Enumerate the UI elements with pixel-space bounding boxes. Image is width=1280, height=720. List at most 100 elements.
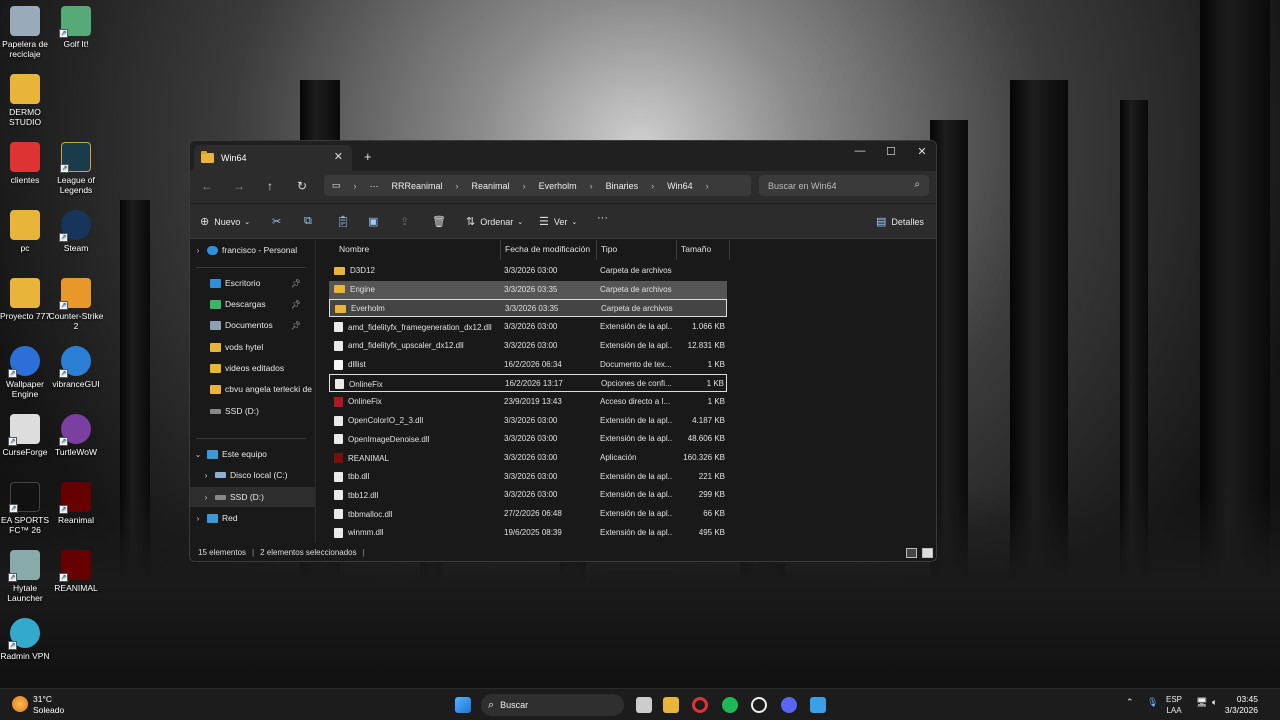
ellipsis-icon[interactable]: ··· bbox=[370, 181, 379, 191]
chevron-right-icon[interactable]: › bbox=[200, 471, 212, 480]
sidebar-item-red[interactable]: › Red bbox=[190, 508, 315, 528]
table-row[interactable]: amd_fidelityfx_upscaler_dx12.dll 3/3/2026… bbox=[329, 337, 727, 355]
desktop-icon-hytale-launcher[interactable]: ↗ Hytale Launcher bbox=[0, 550, 53, 603]
table-row[interactable]: OnlineFix 23/9/2019 13:43 Acceso directo a… bbox=[329, 393, 727, 411]
column-header-date[interactable]: Fecha de modificación bbox=[501, 240, 597, 260]
discord-icon[interactable] bbox=[781, 697, 797, 713]
address-bar[interactable]: ▭ › ··· RRReanimal › Reanimal › Everholm… bbox=[324, 175, 751, 196]
close-window-icon[interactable]: ✕ bbox=[907, 145, 936, 158]
tab-win64[interactable]: Win64 ✕ bbox=[194, 145, 352, 171]
task-view-icon[interactable] bbox=[636, 697, 652, 713]
desktop-icon-reanimal-2[interactable]: ↗ REANIMAL bbox=[48, 550, 104, 593]
back-arrow-icon[interactable]: ← bbox=[199, 179, 215, 193]
desktop-icon-pc[interactable]: pc bbox=[0, 210, 53, 253]
desktop-icon-recycle-bin[interactable]: Papelera de reciclaje bbox=[0, 6, 53, 59]
minimize-icon[interactable]: — bbox=[845, 145, 875, 157]
opera-gx-icon[interactable] bbox=[692, 697, 708, 713]
details-view-icon[interactable] bbox=[906, 548, 917, 558]
breadcrumb-item[interactable]: RRReanimal bbox=[392, 181, 443, 191]
chevron-right-icon[interactable]: › bbox=[706, 181, 709, 191]
close-tab-icon[interactable]: ✕ bbox=[334, 150, 343, 163]
column-header-type[interactable]: Tipo bbox=[597, 240, 677, 260]
cut-icon[interactable]: ✂ bbox=[272, 215, 286, 228]
sidebar-item-videos-editados[interactable]: videos editados bbox=[190, 358, 315, 378]
sidebar-item-cbvu[interactable]: cbvu angela terlecki de bbox=[190, 379, 315, 399]
desktop-icon-curseforge[interactable]: ↗ CurseForge bbox=[0, 414, 53, 457]
table-row[interactable]: dlllist 16/2/2026 06:34 Documento de tex..… bbox=[329, 356, 727, 374]
table-row[interactable]: REANIMAL 3/3/2026 03:00 Aplicación 160.326 … bbox=[329, 449, 727, 467]
chevron-right-icon[interactable]: › bbox=[200, 493, 212, 502]
table-row[interactable]: OnlineFix 16/2/2026 13:17 Opciones de conf… bbox=[329, 374, 727, 393]
table-row[interactable]: amd_fidelityfx_framegeneration_dx12.dll 3… bbox=[329, 318, 727, 336]
sort-button[interactable]: ⇅ Ordenar ⌄ bbox=[466, 215, 523, 228]
copy-icon[interactable]: ⧉ bbox=[304, 215, 317, 228]
sidebar-item-este-equipo[interactable]: ⌄ Este equipo bbox=[190, 444, 315, 464]
taskbar-search[interactable]: ⌕ Buscar bbox=[481, 694, 624, 716]
file-explorer-icon[interactable] bbox=[663, 697, 679, 713]
desktop-icon-reanimal[interactable]: ↗ Reanimal bbox=[48, 482, 104, 525]
sidebar-item-vods-hytel[interactable]: vods hytel bbox=[190, 337, 315, 357]
large-icons-view-icon[interactable] bbox=[922, 548, 933, 558]
rename-icon[interactable]: ▣ bbox=[368, 215, 383, 228]
network-icon[interactable]: 🖥︎ bbox=[1196, 697, 1207, 708]
paste-icon[interactable]: 📋︎ bbox=[336, 215, 355, 228]
breadcrumb-item[interactable]: Everholm bbox=[539, 181, 577, 191]
column-header-name[interactable]: Nombre bbox=[335, 240, 501, 260]
desktop-icon-turtlewow[interactable]: ↗ TurtleWoW bbox=[48, 414, 104, 457]
desktop-icon-league-of-legends[interactable]: ↗ League of Legends bbox=[48, 142, 104, 195]
breadcrumb-item[interactable]: Binaries bbox=[606, 181, 639, 191]
spotify-icon[interactable] bbox=[722, 697, 738, 713]
chevron-right-icon[interactable]: › bbox=[192, 514, 204, 523]
table-row[interactable]: D3D12 3/3/2026 03:00 Carpeta de archivos bbox=[329, 262, 727, 280]
view-button[interactable]: ☰ Ver ⌄ bbox=[539, 215, 577, 228]
delete-icon[interactable]: 🗑︎ bbox=[432, 215, 451, 228]
desktop-icon-clientes[interactable]: clientes bbox=[0, 142, 53, 185]
search-input[interactable]: Buscar en Win64 ⌕ bbox=[759, 175, 929, 196]
weather-widget[interactable]: 31°C Soleado bbox=[12, 694, 64, 716]
table-row[interactable]: Engine 3/3/2026 03:35 Carpeta de archivos bbox=[329, 280, 727, 299]
sidebar-item-onedrive[interactable]: › francisco - Personal bbox=[190, 240, 315, 260]
refresh-icon[interactable]: ↻ bbox=[294, 179, 310, 193]
up-arrow-icon[interactable]: ↑ bbox=[262, 179, 278, 193]
desktop-icon-golf-it[interactable]: ↗ Golf It! bbox=[48, 6, 104, 49]
maximize-icon[interactable]: ☐ bbox=[876, 145, 906, 158]
desktop-icon-radmin-vpn[interactable]: ↗ Radmin VPN bbox=[0, 618, 53, 661]
details-pane-button[interactable]: ▤ Detalles bbox=[876, 215, 924, 228]
language-indicator[interactable]: ESP LAA bbox=[1166, 694, 1182, 716]
chevron-up-icon[interactable]: ⌃ bbox=[1126, 697, 1134, 708]
desktop-icon-vibrancegui[interactable]: ↗ vibranceGUI bbox=[48, 346, 104, 389]
windows-start-icon[interactable] bbox=[455, 697, 471, 713]
volume-icon[interactable]: 🔈︎ bbox=[1212, 697, 1217, 708]
share-icon[interactable]: ⇪ bbox=[400, 215, 414, 228]
clock[interactable]: 03:45 3/3/2026 bbox=[1225, 694, 1258, 716]
table-row[interactable]: tbbmalloc.dll 27/2/2026 06:48 Extensión de… bbox=[329, 505, 727, 523]
new-tab-icon[interactable]: + bbox=[364, 149, 372, 164]
column-header-size[interactable]: Tamaño bbox=[677, 240, 730, 260]
chatgpt-icon[interactable] bbox=[751, 697, 767, 713]
sidebar-item-ssd-d[interactable]: › SSD (D:) bbox=[190, 487, 315, 507]
chevron-right-icon[interactable]: › bbox=[192, 246, 204, 255]
chevron-down-icon[interactable]: ⌄ bbox=[192, 450, 204, 459]
table-row[interactable]: tbb.dll 3/3/2026 03:00 Extensión de la apl… bbox=[329, 468, 727, 486]
table-row[interactable]: tbb12.dll 3/3/2026 03:00 Extensión de la a… bbox=[329, 486, 727, 504]
table-row[interactable]: winmm.dll 19/6/2025 08:39 Extensión de la … bbox=[329, 524, 727, 542]
desktop-icon-proyecto-777[interactable]: Proyecto 777 bbox=[0, 278, 53, 321]
table-row[interactable]: OpenImageDenoise.dll 3/3/2026 03:00 Extens… bbox=[329, 430, 727, 448]
table-row[interactable]: OpenColorIO_2_3.dll 3/3/2026 03:00 Extensi… bbox=[329, 412, 727, 430]
new-button[interactable]: ⊕ Nuevo ⌄ bbox=[200, 215, 250, 228]
desktop-icon-counter-strike-2[interactable]: ↗ Counter-Strike 2 bbox=[48, 278, 104, 331]
forward-arrow-icon[interactable]: → bbox=[231, 179, 247, 193]
sidebar-item-descargas[interactable]: Descargas 📌︎ bbox=[190, 294, 315, 314]
desktop-icon-ea-sports-fc[interactable]: ↗ EA SPORTS FC™ 26 bbox=[0, 482, 53, 535]
desktop-icon-steam[interactable]: ↗ Steam bbox=[48, 210, 104, 253]
sidebar-item-escritorio[interactable]: Escritorio 📌︎ bbox=[190, 273, 315, 293]
more-options-icon[interactable]: ··· bbox=[597, 212, 608, 224]
sidebar-item-ssd-quick[interactable]: SSD (D:) bbox=[190, 401, 315, 421]
breadcrumb-item[interactable]: Reanimal bbox=[472, 181, 510, 191]
sidebar-item-documentos[interactable]: Documentos 📌︎ bbox=[190, 315, 315, 335]
sidebar-item-disco-c[interactable]: › Disco local (C:) bbox=[190, 465, 315, 485]
microphone-icon[interactable]: 🎙︎ bbox=[1147, 697, 1158, 708]
table-row[interactable]: Everholm 3/3/2026 03:35 Carpeta de archivo… bbox=[329, 299, 727, 318]
photos-icon[interactable] bbox=[810, 697, 826, 713]
breadcrumb-item[interactable]: Win64 bbox=[667, 181, 693, 191]
